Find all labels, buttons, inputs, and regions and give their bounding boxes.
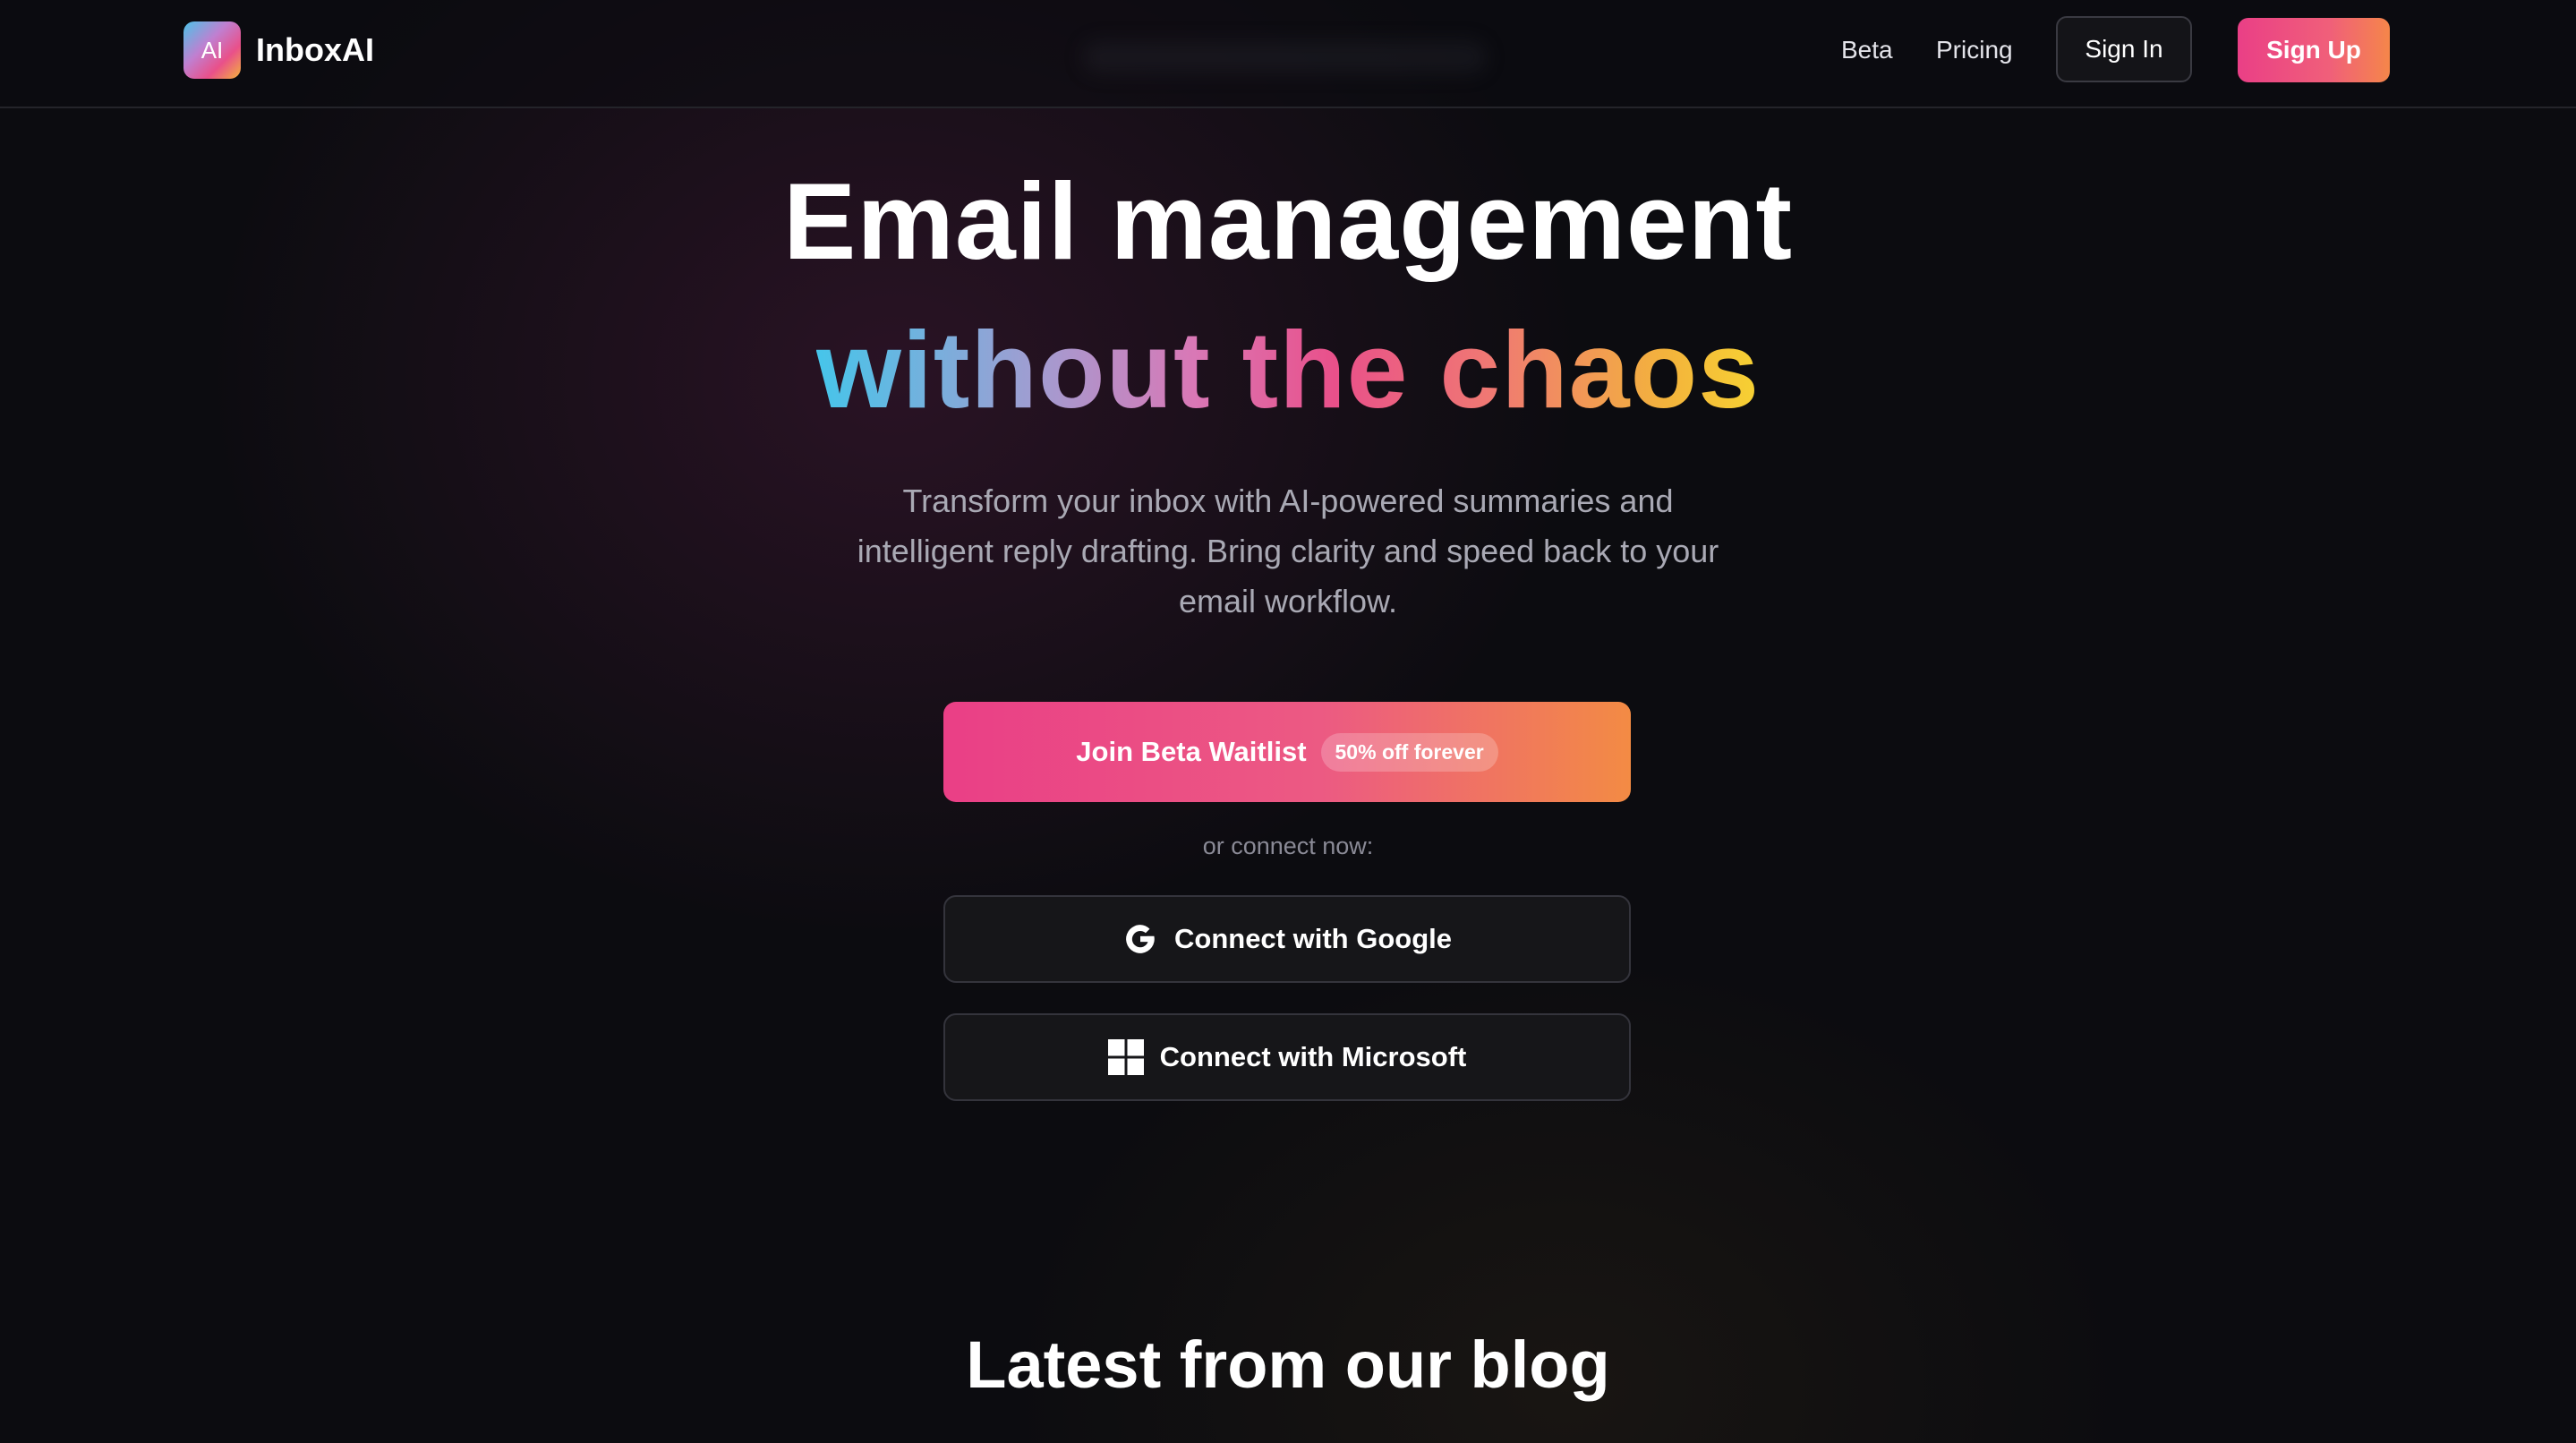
windows-grid-icon <box>1107 1039 1144 1075</box>
connect-google-button[interactable]: Connect with Google <box>943 895 1631 983</box>
nav-blurred-placeholder <box>1083 41 1486 73</box>
logo-icon[interactable]: AI <box>183 21 241 79</box>
join-waitlist-button[interactable]: Join Beta Waitlist 50% off forever <box>943 702 1631 802</box>
google-g-icon <box>1122 921 1158 957</box>
hero-title-gradient-text: without the chaos <box>816 309 1760 431</box>
connect-microsoft-label: Connect with Microsoft <box>1159 1041 1467 1072</box>
blog-section-title: Latest from our blog <box>966 1328 1610 1402</box>
sign-in-button[interactable]: Sign In <box>2056 16 2192 82</box>
connect-prompt: or connect now: <box>1202 832 1374 859</box>
landing-page: AI InboxAI Beta Pricing Sign In Sign Up … <box>0 0 2576 1443</box>
sign-up-button[interactable]: Sign Up <box>2238 18 2390 82</box>
connect-google-label: Connect with Google <box>1174 923 1452 954</box>
top-nav: AI InboxAI Beta Pricing Sign In Sign Up <box>0 0 2576 108</box>
brand-name[interactable]: InboxAI <box>256 28 374 73</box>
connect-microsoft-button[interactable]: Connect with Microsoft <box>943 1013 1631 1101</box>
discount-badge: 50% off forever <box>1320 732 1498 772</box>
hero-title-line1: Email management <box>783 160 1793 282</box>
logo-badge-text: AI <box>200 36 224 64</box>
waitlist-button-label: Join Beta Waitlist <box>1076 736 1307 767</box>
nav-link-beta[interactable]: Beta <box>1841 32 1893 68</box>
nav-link-pricing[interactable]: Pricing <box>1936 32 2013 68</box>
hero-title-line2: without the chaos <box>0 303 2576 437</box>
hero-subtitle: Transform your inbox with AI-powered sum… <box>857 482 1719 619</box>
